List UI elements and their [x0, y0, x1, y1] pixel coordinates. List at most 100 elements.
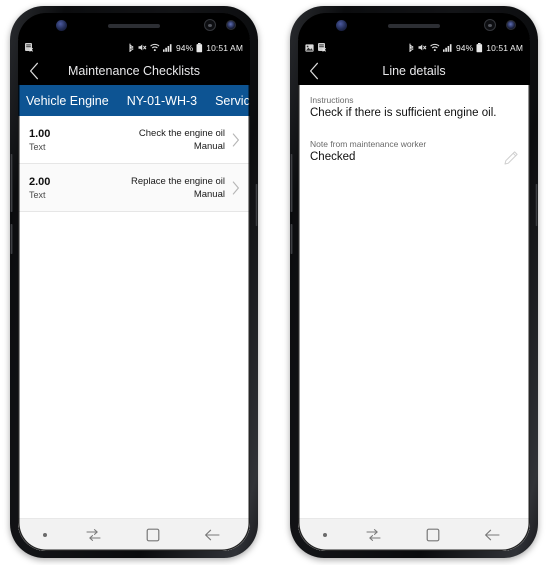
battery-icon	[196, 42, 203, 53]
phone-screen-checklist: 94% 10:51 AM Maintenance Checklists Vehi…	[18, 39, 250, 551]
screenshot-stage: 94% 10:51 AM Maintenance Checklists Vehi…	[0, 0, 548, 565]
proximity-sensor-icon	[484, 19, 496, 31]
recent-apps-icon	[366, 529, 381, 541]
mute-icon	[418, 43, 427, 52]
phone-screen-details: 94% 10:51 AM Line details Instructions C…	[298, 39, 530, 551]
front-camera-icon	[506, 20, 516, 30]
device-top-sensors	[298, 13, 530, 39]
front-camera-icon	[226, 20, 236, 30]
signal-icon	[162, 43, 173, 52]
status-bar-left-icons	[305, 43, 326, 52]
volume-button[interactable]	[10, 154, 13, 212]
back-nav-button[interactable]	[479, 524, 505, 546]
row-identifier: 2.00 Text	[29, 176, 50, 200]
signal-icon	[442, 43, 453, 52]
context-item-asset: Vehicle Engine	[26, 93, 109, 108]
status-bar-right-icons: 94% 10:51 AM	[408, 42, 523, 53]
system-navigation-bar	[298, 518, 530, 551]
edit-note-button[interactable]	[504, 151, 518, 170]
bluetooth-icon	[408, 43, 415, 53]
mute-icon	[138, 43, 147, 52]
assistant-button[interactable]	[10, 224, 13, 254]
power-button[interactable]	[255, 184, 258, 226]
volume-button[interactable]	[290, 154, 293, 212]
status-bar-left-icons	[25, 43, 33, 52]
recent-apps-button[interactable]	[80, 524, 106, 546]
context-item-id: NY-01-WH-3	[126, 93, 198, 108]
checklist-list: 1.00 Text Check the engine oil Manual 2.…	[18, 116, 250, 518]
clock-label: 10:51 AM	[486, 42, 523, 53]
row-details: Replace the engine oil Manual	[131, 176, 225, 200]
row-meta: Manual	[193, 140, 225, 152]
device-top-sensors	[18, 13, 250, 39]
field-instructions: Instructions Check if there is sufficien…	[310, 95, 518, 119]
dot-indicator-icon	[42, 533, 47, 537]
battery-percent-label: 94%	[455, 42, 474, 53]
chevron-right-icon	[232, 132, 239, 147]
app-title-bar: Maintenance Checklists	[18, 56, 250, 85]
pencil-icon	[504, 151, 518, 165]
row-open-button[interactable]	[228, 180, 244, 195]
back-nav-button[interactable]	[199, 524, 225, 546]
line-details-form: Instructions Check if there is sufficien…	[298, 85, 530, 518]
back-button[interactable]	[18, 56, 50, 85]
battery-icon	[476, 42, 483, 53]
back-icon	[205, 529, 220, 541]
iris-sensor-icon	[336, 20, 347, 31]
battery-percent-label: 94%	[175, 42, 194, 53]
status-bar: 94% 10:51 AM	[298, 39, 530, 56]
row-open-button[interactable]	[228, 132, 244, 147]
home-icon	[426, 528, 440, 542]
iris-sensor-icon	[56, 20, 67, 31]
phone-device-details: 94% 10:51 AM Line details Instructions C…	[290, 6, 538, 558]
table-row[interactable]: 1.00 Text Check the engine oil Manual	[18, 116, 250, 164]
chevron-right-icon	[232, 180, 239, 195]
field-value: Check if there is sufficient engine oil.	[310, 107, 497, 119]
status-bar-right-icons: 94% 10:51 AM	[128, 42, 243, 53]
earpiece-speaker	[388, 24, 440, 28]
row-number: 2.00	[29, 175, 51, 188]
row-subtitle: Text	[29, 141, 46, 152]
wifi-icon	[150, 43, 160, 52]
app-icon	[318, 43, 326, 52]
row-meta: Manual	[193, 188, 225, 200]
system-navigation-bar	[18, 518, 250, 551]
row-identifier: 1.00 Text	[29, 128, 50, 152]
assistant-button[interactable]	[290, 224, 293, 254]
context-header-bar: Vehicle Engine NY-01-WH-3 Service	[18, 85, 250, 116]
recent-apps-button[interactable]	[360, 524, 386, 546]
row-number: 1.00	[29, 127, 51, 140]
field-value: Checked	[310, 151, 356, 163]
home-icon	[146, 528, 160, 542]
dot-indicator-icon	[322, 533, 327, 537]
bluetooth-icon	[128, 43, 135, 53]
proximity-sensor-icon	[204, 19, 216, 31]
page-title: Maintenance Checklists	[67, 63, 200, 78]
phone-device-checklist: 94% 10:51 AM Maintenance Checklists Vehi…	[10, 6, 258, 558]
row-title: Check the engine oil	[138, 127, 225, 139]
app-title-bar: Line details	[298, 56, 530, 85]
phone-bezel: 94% 10:51 AM Line details Instructions C…	[298, 13, 530, 551]
phone-bezel: 94% 10:51 AM Maintenance Checklists Vehi…	[18, 13, 250, 551]
context-item-type: Service	[215, 93, 250, 108]
field-note[interactable]: Note from maintenance worker Checked	[310, 139, 518, 165]
clock-label: 10:51 AM	[206, 42, 243, 53]
home-button[interactable]	[140, 524, 166, 546]
status-bar: 94% 10:51 AM	[18, 39, 250, 56]
row-subtitle: Text	[29, 189, 46, 200]
table-row[interactable]: 2.00 Text Replace the engine oil Manual	[18, 164, 250, 212]
field-label: Note from maintenance worker	[310, 139, 427, 149]
row-title: Replace the engine oil	[130, 175, 225, 187]
field-label: Instructions	[310, 95, 354, 105]
home-button[interactable]	[420, 524, 446, 546]
row-details: Check the engine oil Manual	[139, 128, 225, 152]
image-icon	[305, 43, 314, 52]
app-icon	[25, 43, 33, 52]
power-button[interactable]	[535, 184, 538, 226]
wifi-icon	[430, 43, 440, 52]
recent-apps-icon	[86, 529, 101, 541]
back-icon	[485, 529, 500, 541]
back-button[interactable]	[298, 56, 330, 85]
chevron-left-icon	[309, 62, 318, 79]
earpiece-speaker	[108, 24, 160, 28]
